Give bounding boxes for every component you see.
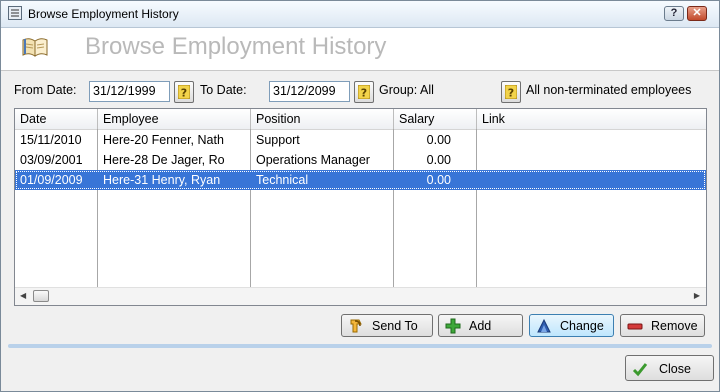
horizontal-scrollbar[interactable]: ◀ ▶ [15,287,706,305]
employee-cell: Here-20 Fenner, Nath [103,133,224,147]
svg-text:?: ? [181,87,187,100]
to-date-lookup-button[interactable]: ? [354,81,374,103]
from-date-field[interactable]: 31/12/1999 [89,81,170,102]
change-label: Change [560,319,604,333]
question-mark-icon: ? [505,85,517,99]
window-title: Browse Employment History [28,7,179,21]
column-header-date[interactable]: Date [15,109,98,129]
employee-filter-lookup-button[interactable]: ? [501,81,521,103]
position-cell: Technical [256,173,309,187]
header-banner: Browse Employment History [1,28,719,71]
svg-text:?: ? [508,87,514,100]
table-row-selected[interactable]: 01/09/2009 Here-31 Henry, Ryan Technical… [15,170,706,190]
minus-icon [627,318,643,337]
send-to-icon [348,318,364,337]
window-menu-icon[interactable] [8,6,22,20]
remove-label: Remove [651,319,698,333]
column-header-salary[interactable]: Salary [394,109,477,129]
scroll-right-icon[interactable]: ▶ [694,291,700,300]
to-date-label: To Date: [200,83,247,97]
position-cell: Operations Manager [256,153,370,167]
from-date-lookup-button[interactable]: ? [174,81,194,103]
salary-cell: 0.00 [426,173,451,187]
add-label: Add [469,319,492,333]
close-icon: ✕ [692,7,702,19]
to-date-field[interactable]: 31/12/2099 [269,81,350,102]
svg-text:?: ? [361,87,367,100]
column-header-link[interactable]: Link [477,109,706,129]
salary-cell: 0.00 [426,133,451,147]
link-cell [477,150,706,170]
column-header-position[interactable]: Position [251,109,394,129]
change-button[interactable]: Change [529,314,614,337]
close-button[interactable]: Close [625,355,714,381]
date-cell: 15/11/2010 [20,133,82,147]
footer-separator [8,344,712,348]
employee-cell: Here-28 De Jager, Ro [103,153,225,167]
date-cell: 03/09/2001 [20,153,83,167]
remove-button[interactable]: Remove [620,314,705,337]
edit-triangle-icon [536,318,552,337]
table-row[interactable]: 15/11/2010 Here-20 Fenner, Nath Support … [15,130,706,150]
close-label: Close [659,362,691,376]
date-cell: 01/09/2009 [20,173,83,187]
link-cell [477,170,706,190]
employment-history-table: Date Employee Position Salary Link 15/11… [14,108,707,306]
send-to-button[interactable]: Send To [341,314,433,337]
table-header: Date Employee Position Salary Link [15,109,706,130]
add-button[interactable]: Add [438,314,523,337]
checkmark-icon [632,361,648,380]
help-icon: ? [670,7,678,19]
plus-icon [445,318,461,337]
close-window-button[interactable]: ✕ [687,6,707,21]
table-row[interactable]: 03/09/2001 Here-28 De Jager, Ro Operatio… [15,150,706,170]
salary-cell: 0.00 [426,153,451,167]
question-mark-icon: ? [358,85,370,99]
from-date-label: From Date: [14,83,77,97]
help-button[interactable]: ? [664,6,684,21]
employee-scope-text: All non-terminated employees [526,83,692,97]
scroll-thumb[interactable] [33,290,49,302]
open-book-icon [21,36,49,61]
group-filter-text: Group: All [379,83,434,97]
send-to-label: Send To [372,319,418,333]
employment-history-window: Browse Employment History ? ✕ Browse Emp… [0,0,720,392]
link-cell [477,130,706,150]
question-mark-icon: ? [178,85,190,99]
column-header-employee[interactable]: Employee [98,109,251,129]
scroll-left-icon[interactable]: ◀ [20,291,26,300]
page-title: Browse Employment History [85,33,387,60]
employee-cell: Here-31 Henry, Ryan [103,173,221,187]
title-bar: Browse Employment History ? ✕ [1,1,719,28]
position-cell: Support [256,133,300,147]
